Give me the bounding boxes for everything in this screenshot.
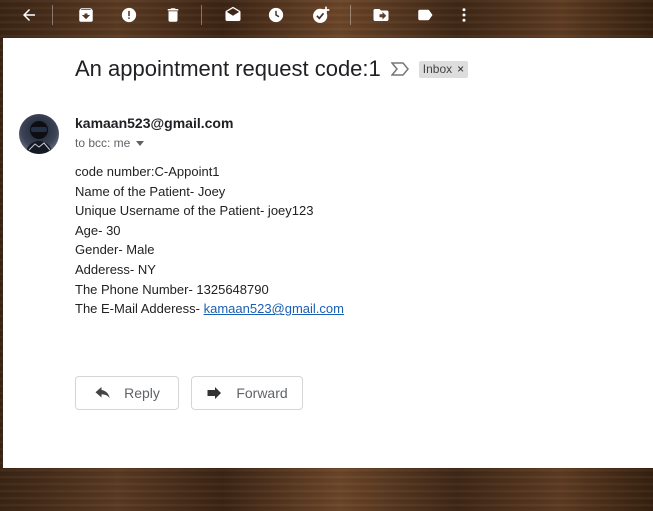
subject-row: An appointment request code:1 Inbox × xyxy=(75,56,469,82)
toolbar-divider xyxy=(52,5,53,25)
body-line: Age- 30 xyxy=(75,222,121,238)
move-to-icon[interactable] xyxy=(369,3,393,27)
forward-icon xyxy=(207,387,222,399)
toolbar-divider xyxy=(350,5,351,25)
forward-label: Forward xyxy=(236,385,288,401)
body-line: Adderess- NY xyxy=(75,261,156,277)
remove-label-icon[interactable]: × xyxy=(457,62,464,76)
importance-marker-icon[interactable] xyxy=(390,60,411,78)
forward-button[interactable]: Forward xyxy=(191,376,303,410)
add-to-tasks-icon[interactable] xyxy=(309,3,333,27)
toolbar xyxy=(0,0,653,30)
recipients-toggle[interactable]: to bcc: me xyxy=(75,136,145,150)
back-arrow-icon[interactable] xyxy=(17,3,41,27)
body-line: Unique Username of the Patient- joey123 xyxy=(75,203,314,219)
body-line: code number:C-Appoint1 xyxy=(75,164,220,179)
chevron-down-icon[interactable] xyxy=(136,140,145,146)
toolbar-divider xyxy=(201,5,202,25)
body-line: Gender- Male xyxy=(75,242,155,258)
email-panel: An appointment request code:1 Inbox × ka… xyxy=(3,38,653,468)
email-link[interactable]: kamaan523@gmail.com xyxy=(204,301,344,316)
inbox-label-chip[interactable]: Inbox × xyxy=(418,60,469,78)
report-spam-icon[interactable] xyxy=(117,3,141,27)
more-vert-icon[interactable] xyxy=(452,3,476,27)
recipients-text: to bcc: me xyxy=(75,136,131,150)
snooze-icon[interactable] xyxy=(264,3,288,27)
delete-icon[interactable] xyxy=(161,3,185,27)
body-line: The Phone Number- 1325648790 xyxy=(75,281,269,297)
email-subject: An appointment request code:1 xyxy=(75,56,381,81)
body-line: The E-Mail Adderess- kamaan523@gmail.com xyxy=(75,299,344,319)
reply-icon xyxy=(95,387,110,399)
sender-email: kamaan523@gmail.com xyxy=(75,115,234,131)
reply-button[interactable]: Reply xyxy=(75,376,179,410)
email-body: code number:C-Appoint1 Name of the Patie… xyxy=(75,162,344,319)
mark-unread-icon[interactable] xyxy=(221,3,245,27)
label-chip-text: Inbox xyxy=(422,61,453,76)
email-label-text: The E-Mail Adderess- xyxy=(75,301,204,317)
labels-icon[interactable] xyxy=(413,3,437,27)
archive-icon[interactable] xyxy=(74,3,98,27)
sender-avatar[interactable] xyxy=(19,114,59,154)
body-line: Name of the Patient- Joey xyxy=(75,183,226,199)
reply-label: Reply xyxy=(124,385,160,401)
